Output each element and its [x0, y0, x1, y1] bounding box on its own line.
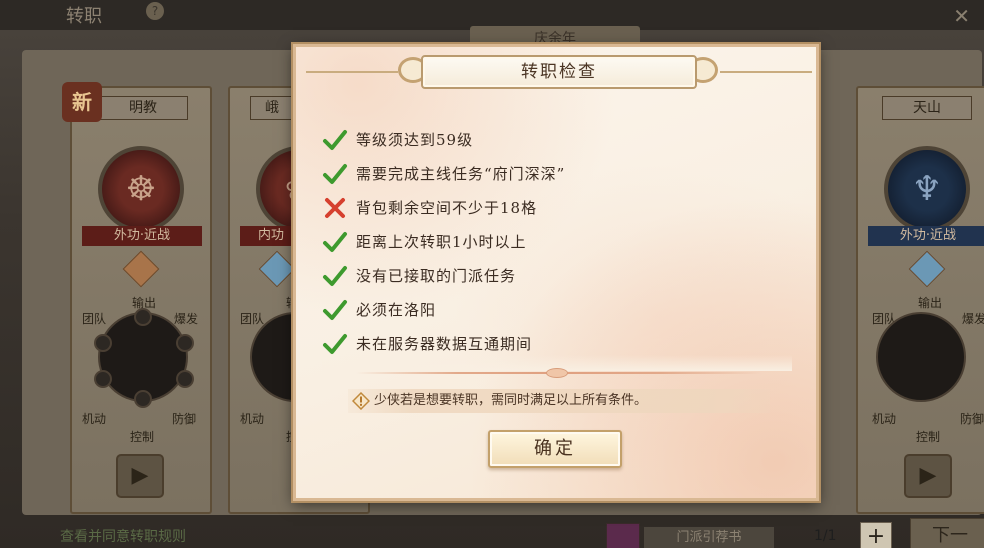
sect-name: 天山 — [882, 96, 972, 120]
stat-label: 机动 — [872, 412, 897, 426]
check-icon — [323, 232, 347, 252]
sect-type: 外功·近战 — [82, 226, 202, 246]
sect-emblem-icon: ♆ — [884, 146, 970, 232]
requirement-text: 必须在洛阳 — [356, 301, 437, 319]
title-ornament-line — [720, 71, 812, 73]
sect-type: 外功·近战 — [868, 226, 984, 246]
requirement-text: 背包剩余空间不少于18格 — [356, 199, 538, 217]
stat-label: 爆发 — [174, 312, 199, 326]
stat-radar — [876, 312, 966, 402]
divider-ornament — [546, 368, 568, 378]
sect-card-mingjiao[interactable]: 明教 新 ☸ 外功·近战 输出 团队 爆发 机动 防御 控制 ▶ — [62, 82, 212, 514]
next-button[interactable]: 下一 — [910, 518, 984, 548]
new-badge: 新 — [62, 82, 102, 122]
screen-title: 转职 — [66, 6, 102, 27]
item-count: 1/1 — [814, 528, 837, 544]
notice-bar: 少侠若是想要转职，需同时满足以上所有条件。 — [348, 389, 770, 413]
requirement-text: 等级须达到59级 — [356, 131, 474, 149]
sect-name: 峨 — [250, 96, 294, 120]
stat-label: 输出 — [918, 296, 943, 310]
stat-label: 团队 — [82, 312, 107, 326]
confirm-button[interactable]: 确定 — [488, 430, 622, 468]
sect-emblem-icon: ☸ — [98, 146, 184, 232]
stat-label: 控制 — [916, 430, 941, 444]
transfer-check-dialog: 转职检查 等级须达到59级 需要完成主线任务“府门深深” 背包剩余空间不少于18… — [293, 44, 819, 501]
stat-label: 控制 — [130, 430, 155, 444]
check-icon — [323, 334, 347, 354]
cross-icon — [325, 198, 345, 218]
stat-label: 爆发 — [962, 312, 984, 326]
title-ornament-line — [306, 71, 398, 73]
close-icon[interactable]: ✕ — [953, 4, 970, 28]
check-icon — [323, 130, 347, 150]
confirm-label: 确定 — [534, 438, 576, 459]
stat-label: 防御 — [172, 412, 197, 426]
recommendation-item-icon — [606, 523, 640, 548]
stat-label: 机动 — [240, 412, 265, 426]
sect-name: 明教 — [98, 96, 188, 120]
question-icon[interactable]: ? — [146, 2, 164, 20]
stat-radar — [94, 308, 194, 408]
warning-icon — [352, 392, 370, 410]
stat-label: 机动 — [82, 412, 107, 426]
dialog-title: 转职检查 — [521, 62, 597, 82]
check-icon — [323, 300, 347, 320]
item-label: 门派引荐书 — [644, 527, 774, 548]
difficulty-diamond — [258, 250, 296, 288]
difficulty-diamond — [908, 250, 946, 288]
add-item-button[interactable]: + — [860, 522, 892, 548]
requirement-text: 需要完成主线任务“府门深深” — [356, 165, 566, 183]
requirement-list: 等级须达到59级 需要完成主线任务“府门深深” 背包剩余空间不少于18格 距离上… — [322, 127, 792, 371]
play-icon[interactable]: ▶ — [904, 454, 952, 498]
stat-label: 团队 — [240, 312, 265, 326]
stat-label: 防御 — [960, 412, 984, 426]
check-icon — [323, 164, 347, 184]
sect-card-tianshan[interactable]: 天山 ♆ 外功·近战 输出 团队 爆发 机动 防御 控制 ▶ — [856, 86, 984, 514]
requirement-text: 没有已接取的门派任务 — [356, 267, 517, 285]
transfer-rules-link[interactable]: 查看并同意转职规则 — [60, 526, 186, 546]
check-icon — [323, 266, 347, 286]
play-icon[interactable]: ▶ — [116, 454, 164, 498]
requirement-text: 距离上次转职1小时以上 — [356, 233, 527, 251]
dialog-title-plate: 转职检查 — [421, 55, 697, 89]
difficulty-diamond — [122, 250, 160, 288]
requirement-text: 未在服务器数据互通期间 — [356, 335, 533, 353]
notice-text: 少侠若是想要转职，需同时满足以上所有条件。 — [374, 393, 648, 408]
